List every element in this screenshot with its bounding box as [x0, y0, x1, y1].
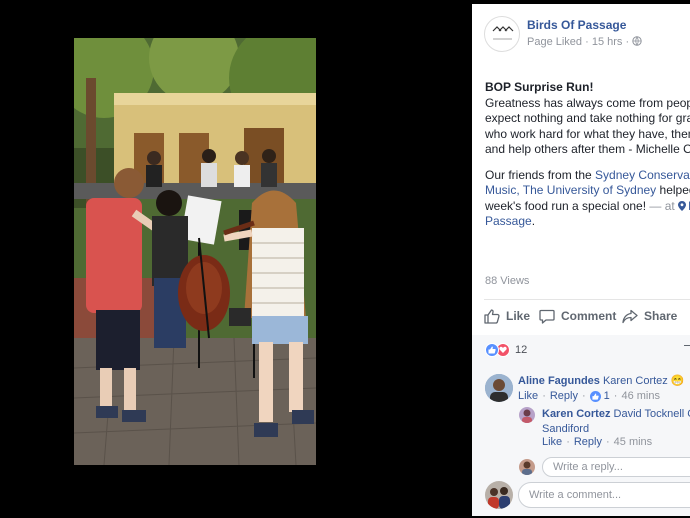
- comment-author[interactable]: Aline Fagundes: [518, 375, 600, 387]
- comment-time[interactable]: 46 mins: [621, 390, 660, 402]
- page-avatar[interactable]: [484, 16, 520, 52]
- post-paragraph: Our friends from the Sydney Conservato M…: [485, 168, 690, 230]
- birds-logo-icon: [492, 26, 514, 40]
- post-quote-line: and help others after them - Michelle Ob: [485, 142, 690, 156]
- panel-corner-mark: [684, 345, 690, 351]
- comment-like-count[interactable]: 1: [604, 390, 610, 402]
- reply-mention[interactable]: Sandiford: [542, 422, 690, 437]
- post-text: week's food run a special one!: [485, 198, 647, 213]
- globe-icon: [632, 36, 642, 46]
- comment-like-link[interactable]: Like: [518, 390, 538, 402]
- comment-bubble-icon: [539, 309, 555, 324]
- reactions-summary[interactable]: 12: [485, 343, 527, 357]
- post-text: helped: [659, 183, 690, 197]
- video-player[interactable]: [74, 38, 316, 465]
- comment-actions: Like · Reply · 1 · 46 mins: [518, 390, 660, 402]
- post-panel: Birds Of Passage Page Liked · 15 hrs · B…: [472, 4, 690, 516]
- share-arrow-icon: [622, 309, 638, 323]
- user-photo-icon: [519, 407, 535, 423]
- post-body: BOP Surprise Run! Greatness has always c…: [485, 80, 690, 230]
- separator: ·: [566, 436, 570, 448]
- avatar: [485, 481, 513, 509]
- reply-placeholder: Write a reply...: [553, 461, 623, 473]
- page-liked-status[interactable]: Page Liked: [527, 36, 582, 48]
- post-text: Our friends from the: [485, 167, 596, 182]
- media-viewer: [0, 0, 472, 518]
- post-title: BOP Surprise Run!: [485, 80, 594, 94]
- location-pin-icon: [678, 200, 687, 211]
- comment-like-badge-icon: [589, 390, 601, 402]
- divider: [484, 299, 690, 300]
- separator: ·: [542, 390, 546, 402]
- thumbs-up-icon: [484, 308, 500, 324]
- at-text: — at: [646, 198, 679, 213]
- comment-text: Aline Fagundes Karen Cortez 😁: [518, 374, 690, 389]
- current-user-photo-icon: [485, 481, 513, 509]
- conservatorium-link[interactable]: Sydney Conservato: [595, 168, 690, 182]
- page-name-link[interactable]: Birds Of Passage: [527, 18, 626, 32]
- reply-author[interactable]: Karen Cortez: [542, 408, 610, 420]
- conservatorium-link[interactable]: Music, The University of Sydney: [485, 183, 656, 197]
- location-link[interactable]: Passage: [485, 214, 532, 228]
- grin-emoji-icon: 😁: [670, 375, 685, 387]
- reply-actions: Like · Reply · 45 mins: [542, 436, 652, 448]
- reply-mention[interactable]: David Tocknell Cai: [614, 408, 690, 420]
- avatar[interactable]: [519, 407, 535, 423]
- current-user-photo-icon: [519, 459, 535, 475]
- reply-reply-link[interactable]: Reply: [574, 436, 602, 448]
- post-quote-line: expect nothing and take nothing for gran: [485, 111, 690, 125]
- meta-separator-dot: ·: [625, 36, 633, 48]
- avatar: [519, 459, 535, 475]
- comment-placeholder: Write a comment...: [529, 489, 622, 501]
- comment-mention[interactable]: Karen Cortez: [603, 375, 668, 387]
- post-time[interactable]: 15 hrs: [592, 36, 623, 48]
- reply-time[interactable]: 45 mins: [614, 436, 653, 448]
- comment-reply-link[interactable]: Reply: [550, 390, 578, 402]
- comment-input[interactable]: Write a comment...: [518, 482, 690, 508]
- post-header: Birds Of Passage Page Liked · 15 hrs ·: [484, 16, 690, 56]
- post-quote-line: who work hard for what they have, then: [485, 126, 690, 141]
- comment-button[interactable]: Comment: [539, 305, 616, 327]
- share-label: Share: [644, 309, 678, 323]
- post-text: .: [531, 214, 536, 228]
- post-meta: Page Liked · 15 hrs ·: [527, 36, 642, 48]
- user-photo-icon: [485, 374, 513, 402]
- post-quote-line: Greatness has always come from peopl: [485, 95, 690, 110]
- like-reaction-icon: [485, 343, 499, 357]
- like-label: Like: [506, 309, 531, 323]
- separator: ·: [613, 390, 618, 402]
- post-actions: Like Comment Share: [484, 305, 690, 327]
- meta-separator-dot: ·: [585, 36, 592, 48]
- reply-text: Karen Cortez David Tocknell Cai Sandifor…: [542, 407, 690, 437]
- views-count[interactable]: 88 Views: [485, 275, 529, 287]
- separator: ·: [581, 390, 586, 402]
- share-button[interactable]: Share: [622, 305, 677, 327]
- video-frame-illustration: [74, 38, 316, 465]
- reaction-count: 12: [515, 344, 528, 356]
- avatar[interactable]: [485, 374, 513, 402]
- separator: ·: [605, 436, 610, 448]
- comment-label: Comment: [561, 309, 617, 323]
- like-button[interactable]: Like: [484, 305, 530, 327]
- reply-like-link[interactable]: Like: [542, 436, 562, 448]
- reply-input[interactable]: Write a reply...: [542, 457, 690, 477]
